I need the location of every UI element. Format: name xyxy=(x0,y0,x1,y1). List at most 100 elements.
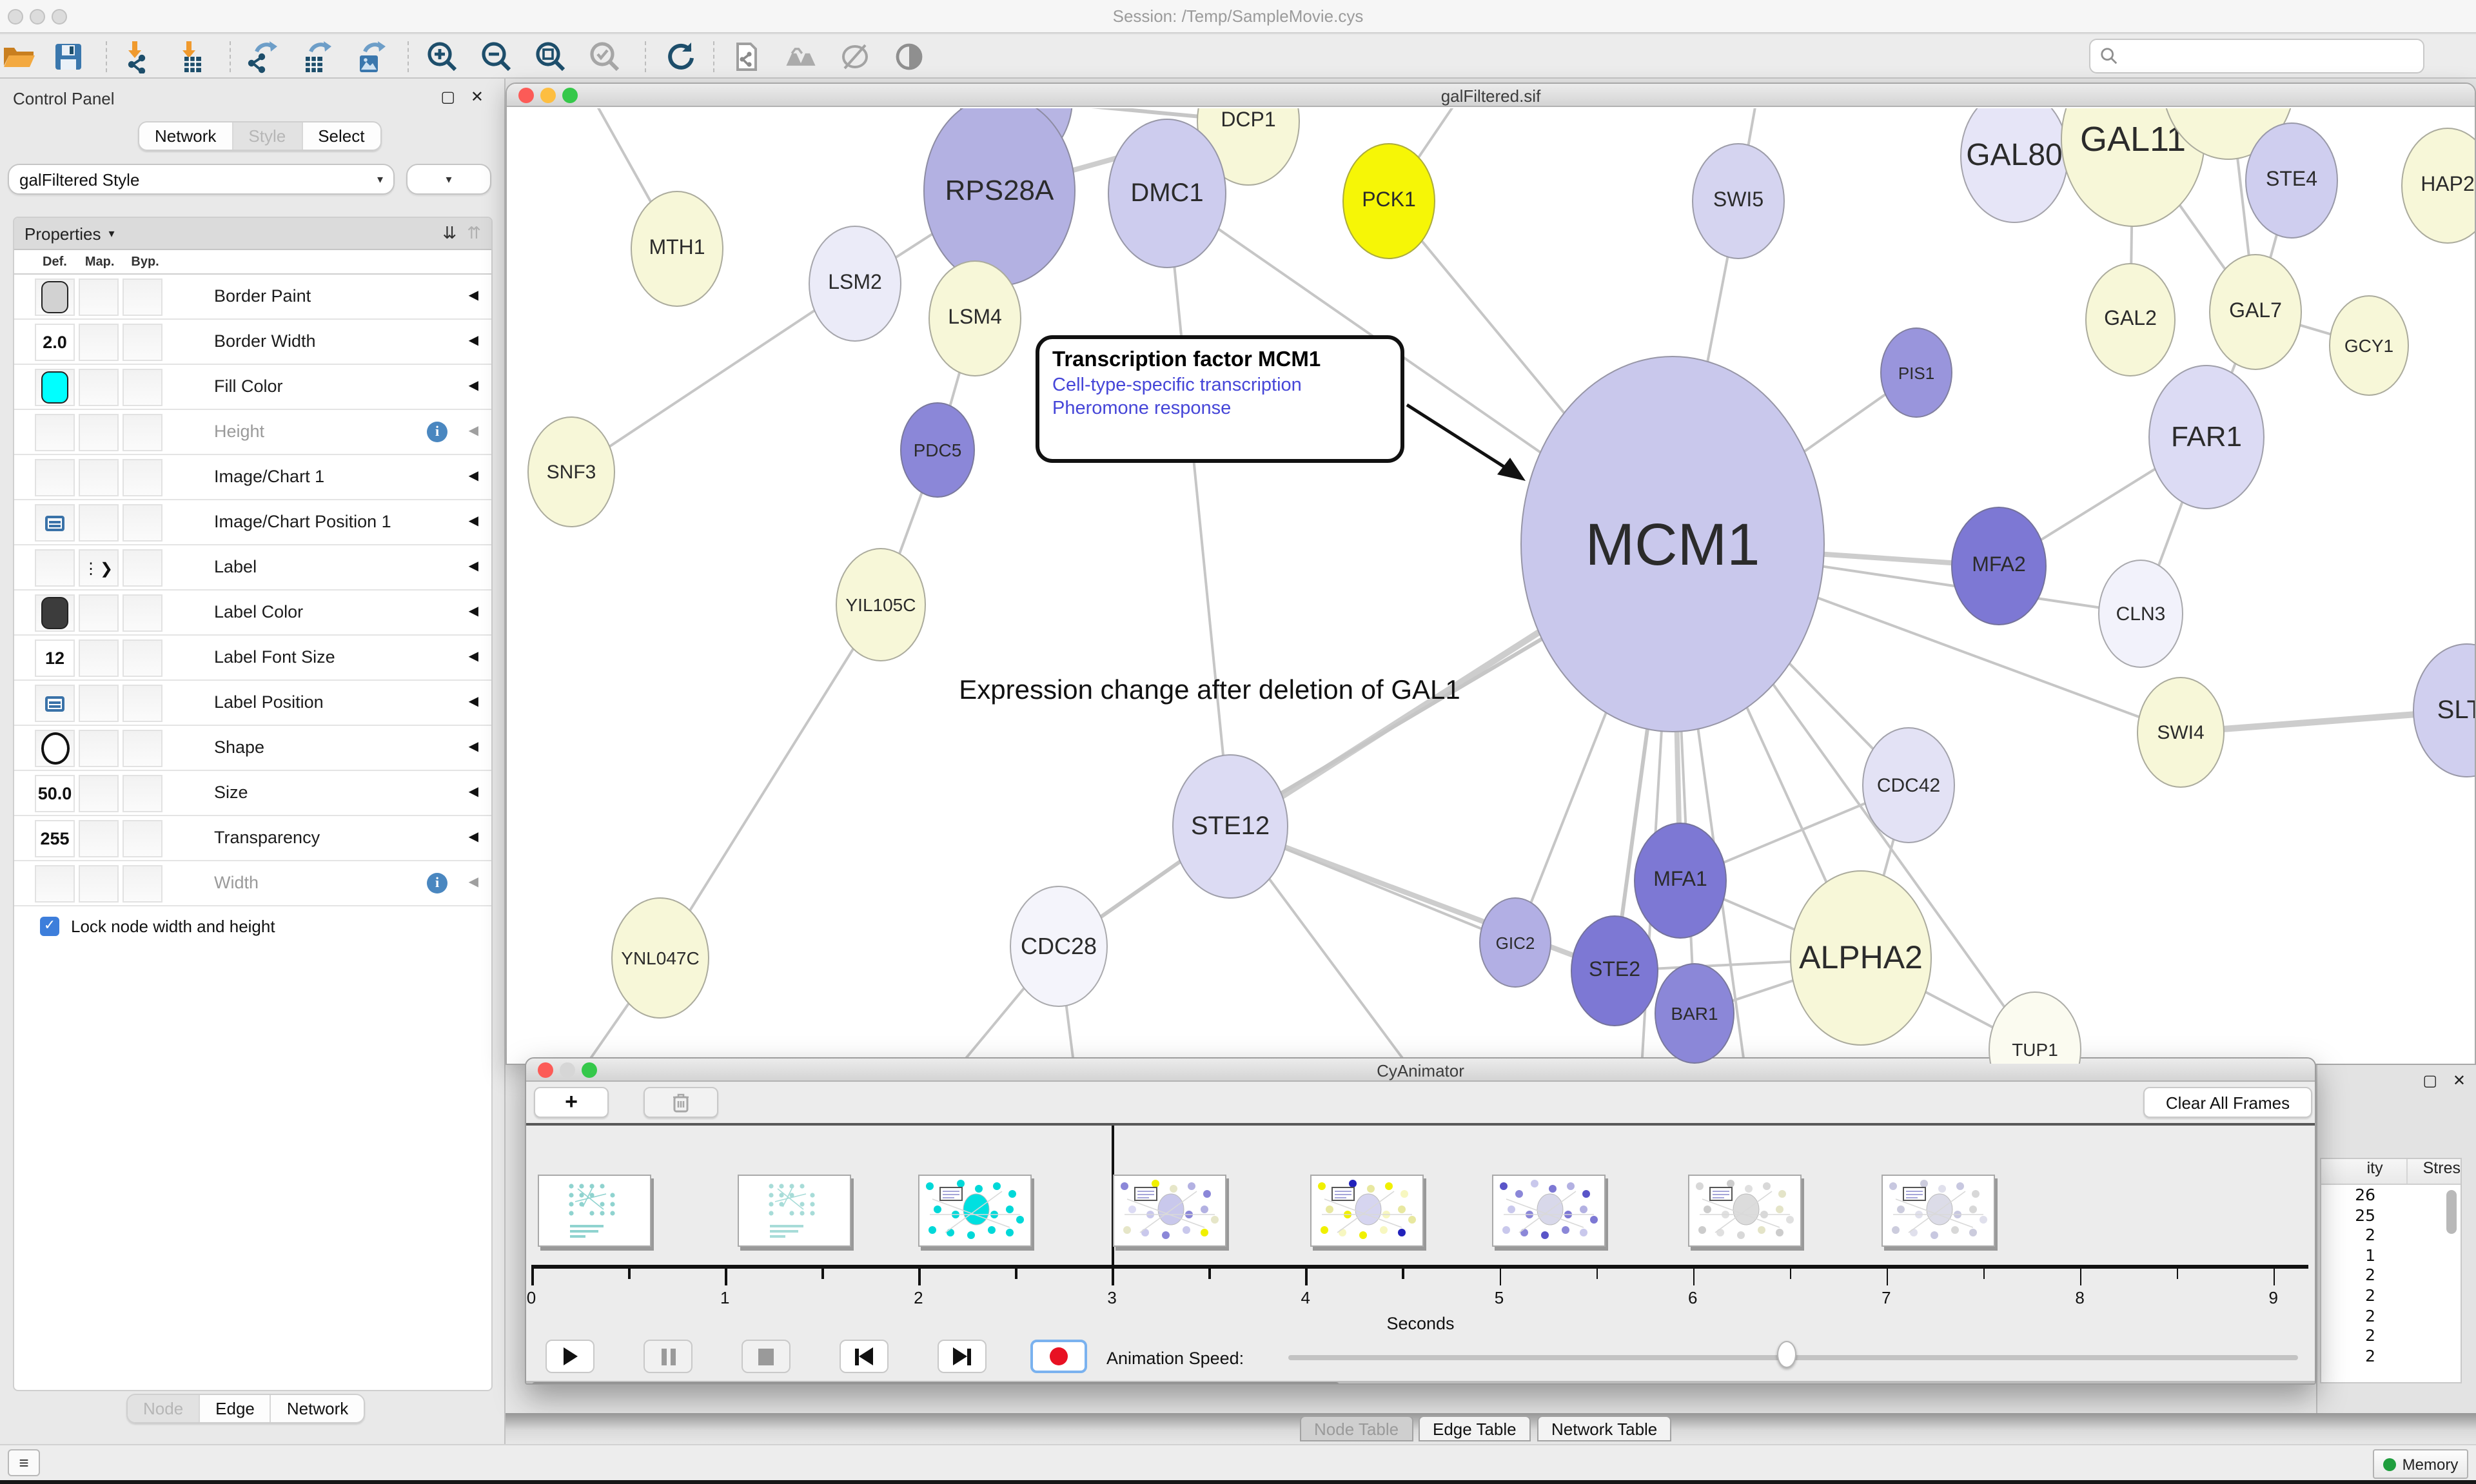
position-icon[interactable] xyxy=(45,515,64,531)
default-cell[interactable] xyxy=(35,594,75,632)
table-cell-value[interactable]: 1 xyxy=(2321,1245,2461,1265)
default-cell[interactable] xyxy=(35,459,75,496)
network-node[interactable]: SNF3 xyxy=(527,416,615,527)
color-swatch[interactable] xyxy=(41,597,68,629)
frame-thumbnail[interactable] xyxy=(1492,1175,1606,1247)
play-button[interactable] xyxy=(545,1340,594,1373)
expand-property-icon[interactable]: ◀ xyxy=(469,469,478,483)
property-row[interactable]: Fill Color◀ xyxy=(14,365,491,410)
network-node[interactable]: PDC5 xyxy=(900,402,975,498)
network-node[interactable]: DMC1 xyxy=(1108,119,1226,268)
bypass-cell[interactable] xyxy=(123,549,162,587)
expand-property-icon[interactable]: ◀ xyxy=(469,785,478,799)
network-node[interactable]: LSM4 xyxy=(928,260,1021,376)
property-row[interactable]: Image/Chart 1◀ xyxy=(14,455,491,500)
tab-edge[interactable]: Edge xyxy=(200,1395,271,1422)
expand-property-icon[interactable]: ◀ xyxy=(469,650,478,664)
default-cell[interactable]: 50.0 xyxy=(35,775,75,812)
lock-size-row[interactable]: ✓ Lock node width and height xyxy=(14,906,491,936)
annotation-link-2[interactable]: Pheromone response xyxy=(1052,398,1388,419)
zoom-out-icon[interactable] xyxy=(480,40,513,73)
memory-button[interactable]: Memory xyxy=(2373,1449,2468,1479)
delete-frame-button[interactable] xyxy=(644,1087,718,1118)
bypass-cell[interactable] xyxy=(123,369,162,406)
network-node[interactable]: YNL047C xyxy=(611,897,709,1019)
table-cell-value[interactable]: 26 xyxy=(2321,1185,2461,1205)
network-node[interactable]: STE4 xyxy=(2245,122,2338,239)
timeline-scrollbar[interactable] xyxy=(526,1381,2315,1385)
slider-handle[interactable] xyxy=(1777,1341,1796,1368)
network-node[interactable]: FAR1 xyxy=(2148,365,2265,509)
default-cell[interactable]: 2.0 xyxy=(35,324,75,361)
property-row[interactable]: Label Color◀ xyxy=(14,591,491,636)
zoom-fit-icon[interactable] xyxy=(534,40,567,73)
table-cell-value[interactable]: 2 xyxy=(2321,1285,2461,1305)
network-node[interactable]: MFA1 xyxy=(1634,823,1727,939)
network-node[interactable]: GAL2 xyxy=(2085,263,2176,376)
tab-node-table[interactable]: Node Table xyxy=(1300,1416,1413,1441)
close-panel-icon[interactable]: ✕ xyxy=(471,89,484,104)
bypass-cell[interactable] xyxy=(123,775,162,812)
mapping-cell[interactable] xyxy=(79,504,119,542)
network-node[interactable]: GIC2 xyxy=(1479,897,1551,988)
tab-select[interactable]: Select xyxy=(302,122,380,150)
color-swatch[interactable] xyxy=(41,281,68,313)
mcm1-annotation[interactable]: Transcription factor MCM1 Cell-type-spec… xyxy=(1036,335,1404,463)
import-table-icon[interactable] xyxy=(174,40,208,73)
default-cell[interactable] xyxy=(35,504,75,542)
mapping-cell[interactable]: ⋮❯ xyxy=(79,549,119,587)
color-swatch[interactable] xyxy=(41,371,68,404)
export-network-icon[interactable] xyxy=(245,40,279,73)
property-row[interactable]: 2.0Border Width◀ xyxy=(14,320,491,365)
bypass-cell[interactable] xyxy=(123,414,162,451)
network-node[interactable]: STE12 xyxy=(1172,754,1288,899)
bypass-cell[interactable] xyxy=(123,865,162,903)
table-cell-value[interactable]: 2 xyxy=(2321,1265,2461,1285)
default-cell[interactable] xyxy=(35,369,75,406)
table-scrollbar[interactable] xyxy=(2446,1190,2457,1234)
default-cell[interactable]: 12 xyxy=(35,639,75,677)
float-panel-icon[interactable]: ▢ xyxy=(2422,1073,2437,1088)
bypass-cell[interactable] xyxy=(123,730,162,767)
frame-thumbnail[interactable] xyxy=(1882,1175,1995,1247)
mapping-cell[interactable] xyxy=(79,594,119,632)
property-row[interactable]: ⋮❯Label◀ xyxy=(14,545,491,591)
default-value[interactable]: 2.0 xyxy=(36,325,74,360)
default-cell[interactable] xyxy=(35,414,75,451)
zoom-selected-icon[interactable] xyxy=(588,40,622,73)
show-all-icon[interactable] xyxy=(892,40,926,73)
frames-timeline[interactable] xyxy=(526,1126,2315,1265)
float-panel-icon[interactable]: ▢ xyxy=(440,89,455,104)
expand-property-icon[interactable]: ◀ xyxy=(469,379,478,393)
export-table-icon[interactable] xyxy=(299,40,333,73)
expand-property-icon[interactable]: ◀ xyxy=(469,875,478,890)
properties-header[interactable]: Properties ▾ ⇊ ⇈ xyxy=(14,218,491,250)
network-node[interactable]: PCK1 xyxy=(1342,143,1435,259)
bypass-cell[interactable] xyxy=(123,459,162,496)
tab-network-style[interactable]: Network xyxy=(271,1395,364,1422)
property-row[interactable]: Widthi◀ xyxy=(14,861,491,906)
save-icon[interactable] xyxy=(52,40,85,73)
pause-button[interactable] xyxy=(644,1340,693,1373)
network-node[interactable]: STE2 xyxy=(1571,915,1658,1026)
search-network-icon[interactable] xyxy=(784,40,818,73)
network-node[interactable]: SWI5 xyxy=(1692,143,1785,259)
network-canvas[interactable]: Transcription factor MCM1 Cell-type-spec… xyxy=(507,108,2476,1065)
go-to-start-button[interactable] xyxy=(840,1340,889,1373)
network-window-titlebar[interactable]: galFiltered.sif xyxy=(507,84,2475,107)
network-node[interactable]: CDC42 xyxy=(1862,727,1955,843)
style-selector[interactable]: galFiltered Style ▾ xyxy=(8,164,395,195)
table-cell-value[interactable]: 25 xyxy=(2321,1205,2461,1225)
checkbox-checked-icon[interactable]: ✓ xyxy=(40,917,59,936)
tab-node[interactable]: Node xyxy=(128,1395,200,1422)
network-node[interactable]: GAL7 xyxy=(2209,254,2302,370)
default-cell[interactable]: 255 xyxy=(35,820,75,857)
default-value[interactable]: 50.0 xyxy=(36,776,74,811)
tab-network[interactable]: Network xyxy=(139,122,233,150)
bypass-cell[interactable] xyxy=(123,685,162,722)
export-image-icon[interactable] xyxy=(353,40,387,73)
collapse-all-icon[interactable]: ⇈ xyxy=(467,223,481,244)
mapping-cell[interactable] xyxy=(79,278,119,316)
frame-thumbnail[interactable] xyxy=(738,1175,851,1247)
expand-property-icon[interactable]: ◀ xyxy=(469,605,478,619)
